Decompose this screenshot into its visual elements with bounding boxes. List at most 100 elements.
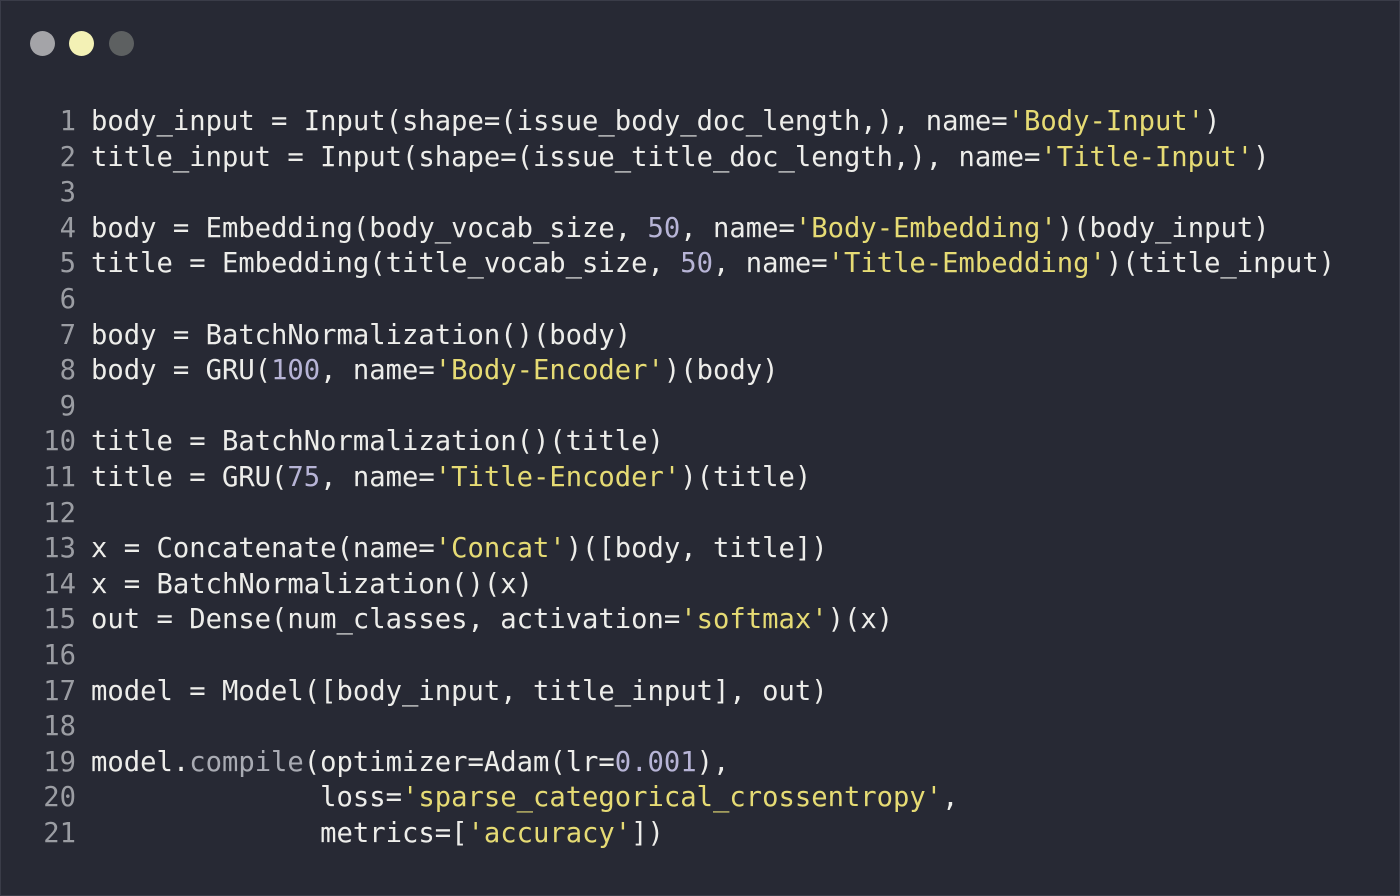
code-line: 4 body = Embedding(body_vocab_size, 50, n… (1, 211, 1400, 247)
code-token: )([body, title]) (565, 533, 828, 565)
line-number: 4 (59, 212, 76, 244)
number-literal: 75 (287, 461, 321, 493)
code-line: 2 title_input = Input(shape=(issue_title_… (1, 140, 1400, 176)
code-token: title_input = Input(shape=(issue_title_d… (91, 141, 1041, 173)
code-line: 16 (1, 638, 1400, 674)
line-number: 9 (59, 390, 76, 422)
code-token: title = BatchNormalization()(title) (91, 426, 664, 458)
string-literal: 'Body-Embedding' (794, 212, 1057, 244)
code-line: 3 (1, 175, 1400, 211)
code-token: body = BatchNormalization()(body) (91, 319, 632, 351)
code-token: ) (1253, 141, 1270, 173)
code-line: 21 metrics=['accuracy']) (1, 816, 1400, 852)
code-token: , name= (320, 461, 435, 493)
number-literal: 0.001 (614, 746, 697, 778)
window-titlebar (1, 1, 1399, 81)
code-line: 1 body_input = Input(shape=(issue_body_do… (1, 104, 1400, 140)
line-number: 14 (43, 568, 76, 600)
line-number: 10 (43, 426, 76, 458)
line-number: 6 (59, 283, 76, 315)
line-number: 20 (43, 782, 76, 814)
minimize-button[interactable] (69, 31, 94, 56)
code-token: ]) (631, 817, 664, 849)
number-literal: 50 (647, 212, 681, 244)
code-line: 19 model.compile(optimizer=Adam(lr=0.001)… (1, 745, 1400, 781)
code-line: 14 x = BatchNormalization()(x) (1, 567, 1400, 603)
code-text: title = BatchNormalization()(title) (91, 424, 664, 460)
code-token: loss= (91, 782, 402, 814)
code-text: body_input = Input(shape=(issue_body_doc… (91, 104, 1220, 140)
code-token: )(title) (680, 461, 812, 493)
string-literal: 'Concat' (434, 533, 566, 565)
code-text: body = GRU(100, name='Body-Encoder')(bod… (91, 353, 778, 389)
code-line: 5 title = Embedding(title_vocab_size, 50,… (1, 246, 1400, 282)
code-token: , name= (713, 248, 828, 280)
code-line: 9 (1, 389, 1400, 425)
line-number: 7 (59, 319, 76, 351)
code-token: (optimizer=Adam(lr= (303, 746, 615, 778)
code-window: 1 body_input = Input(shape=(issue_body_do… (0, 0, 1400, 896)
code-text: model.compile(optimizer=Adam(lr=0.001), (91, 745, 729, 781)
number-literal: 50 (680, 248, 714, 280)
string-literal: 'Title-Embedding' (827, 248, 1106, 280)
code-token: model = Model([body_input, title_input],… (91, 675, 828, 707)
code-line: 6 (1, 282, 1400, 318)
code-token: out = Dense(num_classes, activation= (91, 604, 681, 636)
method-name: compile (189, 746, 304, 778)
code-token: , name= (320, 355, 435, 387)
number-literal: 100 (271, 355, 321, 387)
line-number: 11 (43, 461, 76, 493)
code-line: 11 title = GRU(75, name='Title-Encoder')(… (1, 460, 1400, 496)
line-number: 3 (59, 177, 76, 209)
code-token: ), (696, 746, 730, 778)
close-button[interactable] (30, 31, 55, 56)
code-line: 7 body = BatchNormalization()(body) (1, 318, 1400, 354)
code-block: 1 body_input = Input(shape=(issue_body_do… (1, 104, 1400, 851)
string-literal: 'sparse_categorical_crossentropy' (402, 782, 943, 814)
code-token: body_input = Input(shape=(issue_body_doc… (91, 106, 1008, 137)
code-token: x = Concatenate(name= (91, 533, 435, 565)
code-token: )(body) (663, 355, 779, 387)
line-number: 15 (43, 604, 76, 636)
code-text: x = BatchNormalization()(x) (91, 567, 533, 603)
maximize-button[interactable] (109, 31, 134, 56)
code-token: body = Embedding(body_vocab_size, (91, 212, 648, 244)
line-number: 5 (59, 248, 76, 280)
line-number: 8 (59, 355, 76, 387)
code-text: model = Model([body_input, title_input],… (91, 674, 828, 710)
code-token: x = BatchNormalization()(x) (91, 568, 533, 600)
line-number: 17 (43, 675, 76, 707)
code-text: title = Embedding(title_vocab_size, 50, … (91, 246, 1335, 282)
code-line: 12 (1, 496, 1400, 532)
string-literal: 'accuracy' (467, 817, 632, 849)
code-line: 15 out = Dense(num_classes, activation='s… (1, 602, 1400, 638)
code-text: title_input = Input(shape=(issue_title_d… (91, 140, 1270, 176)
string-literal: 'Body-Encoder' (434, 355, 664, 387)
string-literal: 'Body-Input' (1007, 106, 1205, 137)
code-text: title = GRU(75, name='Title-Encoder')(ti… (91, 460, 811, 496)
code-token: )(x) (827, 604, 894, 636)
code-line: 13 x = Concatenate(name='Concat')([body, … (1, 531, 1400, 567)
code-line: 17 model = Model([body_input, title_input… (1, 674, 1400, 710)
code-text: out = Dense(num_classes, activation='sof… (91, 602, 893, 638)
code-text: metrics=['accuracy']) (91, 816, 664, 852)
line-number: 18 (43, 711, 76, 743)
code-text: loss='sparse_categorical_crossentropy', (91, 780, 959, 816)
string-literal: 'Title-Encoder' (434, 461, 681, 493)
line-number: 13 (43, 533, 76, 565)
code-token: ) (1204, 106, 1221, 137)
line-number: 21 (43, 817, 76, 849)
code-token: )(title_input) (1105, 248, 1336, 280)
string-literal: 'softmax' (680, 604, 828, 636)
string-literal: 'Title-Input' (1040, 141, 1254, 173)
line-number: 16 (43, 639, 76, 671)
code-token: body = GRU( (91, 355, 272, 387)
code-token: model. (91, 746, 190, 778)
code-text: x = Concatenate(name='Concat')([body, ti… (91, 531, 828, 567)
line-number: 12 (43, 497, 76, 529)
code-token: , (942, 782, 959, 814)
line-number: 2 (59, 141, 76, 173)
code-token: title = GRU( (91, 461, 288, 493)
code-text: body = Embedding(body_vocab_size, 50, na… (91, 211, 1270, 247)
code-line: 20 loss='sparse_categorical_crossentropy… (1, 780, 1400, 816)
